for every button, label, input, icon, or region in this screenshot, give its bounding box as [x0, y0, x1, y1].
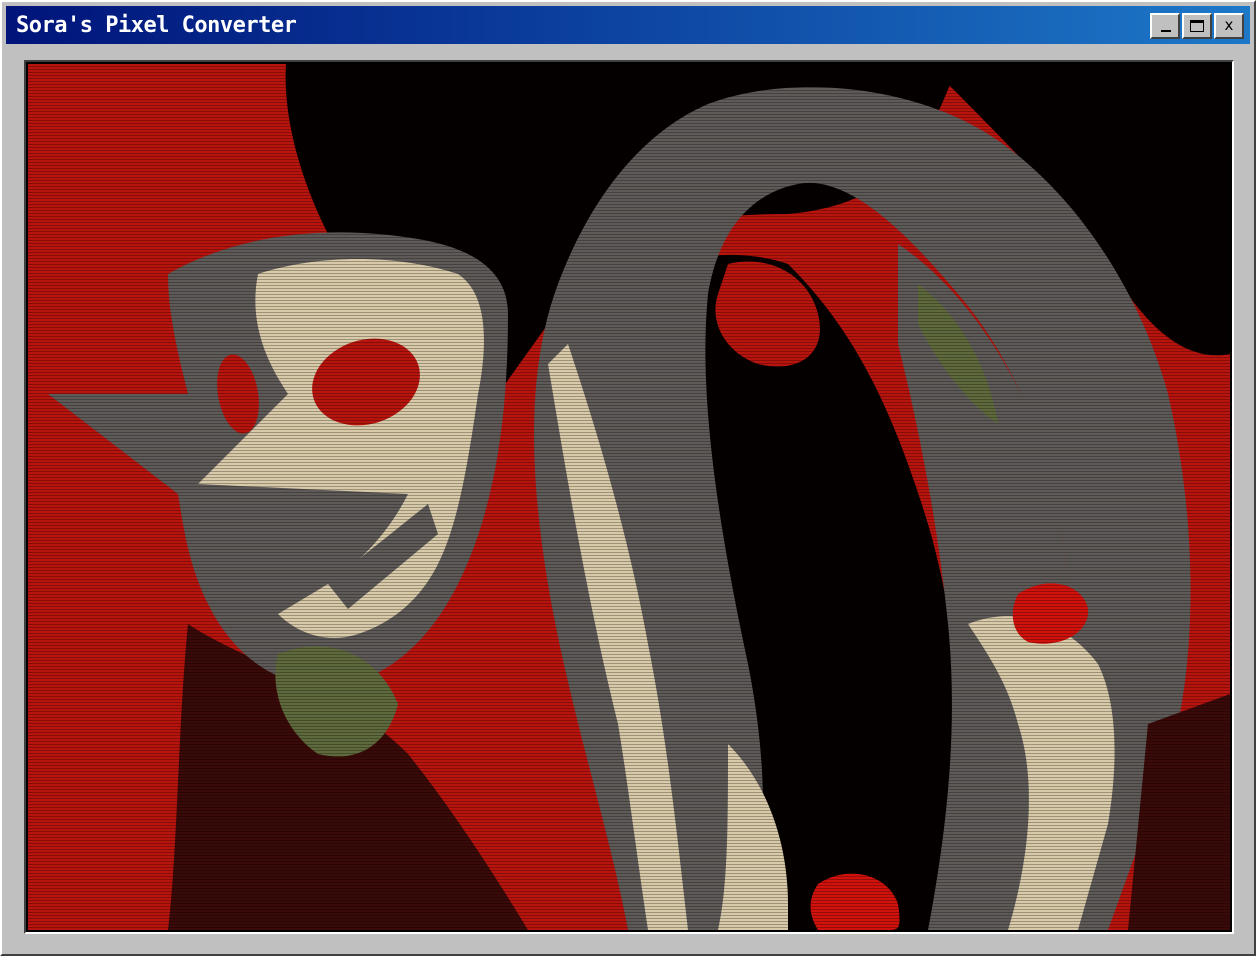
close-icon: x	[1224, 15, 1234, 34]
close-button[interactable]: x	[1214, 13, 1244, 39]
window-controls: x	[1150, 13, 1244, 39]
minimize-icon	[1161, 30, 1171, 32]
minimize-button[interactable]	[1150, 13, 1180, 39]
app-window: Sora's Pixel Converter x	[0, 0, 1256, 956]
maximize-icon	[1190, 20, 1204, 32]
converted-image-canvas[interactable]	[28, 64, 1230, 930]
window-title: Sora's Pixel Converter	[16, 12, 297, 38]
image-frame	[24, 60, 1234, 934]
maximize-button[interactable]	[1182, 13, 1212, 39]
title-bar[interactable]: Sora's Pixel Converter x	[6, 6, 1250, 44]
converted-image	[28, 64, 1230, 930]
